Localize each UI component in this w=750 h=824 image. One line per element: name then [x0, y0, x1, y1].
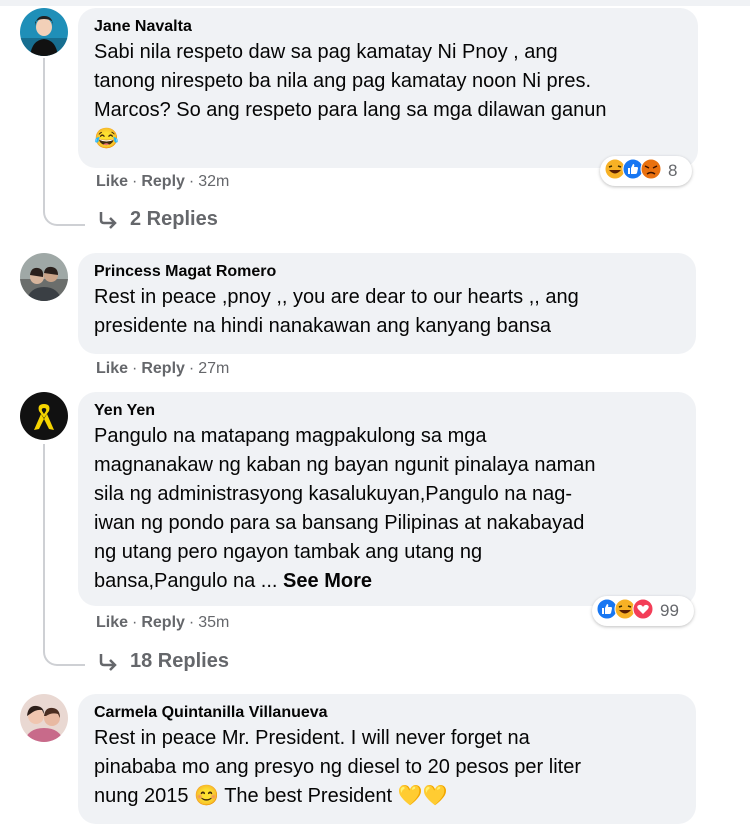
top-divider: [0, 0, 750, 6]
comment-text: Sabi nila respeto daw sa pag kamatay Ni …: [94, 38, 682, 154]
comment-text: Rest in peace Mr. President. I will neve…: [94, 727, 581, 807]
comment-bubble: Jane Navalta Sabi nila respeto daw sa pa…: [78, 8, 698, 168]
reply-link[interactable]: Reply: [141, 360, 185, 377]
emoji: 😂: [94, 128, 119, 150]
comment-bubble: Carmela Quintanilla Villanueva Rest in p…: [78, 694, 696, 824]
comment-text: Pangulo na matapang magpakulong sa mga m…: [94, 425, 596, 592]
avatar[interactable]: [20, 8, 68, 56]
view-replies-button[interactable]: 18 Replies: [98, 650, 229, 673]
like-link[interactable]: Like: [96, 173, 128, 190]
thread-curve: [43, 644, 85, 666]
comment-author[interactable]: Princess Magat Romero: [94, 261, 680, 283]
thread-curve: [43, 204, 85, 226]
avatar[interactable]: [20, 392, 68, 440]
timestamp[interactable]: 35m: [198, 614, 229, 631]
comment-author[interactable]: Carmela Quintanilla Villanueva: [94, 702, 680, 724]
comment-author[interactable]: Jane Navalta: [94, 16, 682, 38]
thread-line: [43, 58, 45, 204]
avatar[interactable]: [20, 253, 68, 301]
thread-line: [43, 444, 45, 644]
love-icon: [632, 598, 654, 625]
reaction-summary[interactable]: 99: [592, 596, 694, 626]
comment-author[interactable]: Yen Yen: [94, 400, 680, 422]
reply-link[interactable]: Reply: [141, 614, 185, 631]
comment-bubble: Yen Yen Pangulo na matapang magpakulong …: [78, 392, 696, 606]
reaction-count: 99: [660, 601, 679, 620]
reaction-summary[interactable]: 8: [600, 156, 692, 186]
comment-bubble: Princess Magat Romero Rest in peace ,pno…: [78, 253, 696, 354]
reaction-count: 8: [668, 161, 678, 180]
comment-actions: Like · Reply · 27m: [96, 360, 230, 377]
angry-icon: [640, 158, 662, 185]
reply-arrow-icon: [99, 653, 117, 671]
comment-text: Rest in peace ,pnoy ,, you are dear to o…: [94, 286, 579, 337]
avatar[interactable]: [20, 694, 68, 742]
reply-link[interactable]: Reply: [141, 173, 185, 190]
like-link[interactable]: Like: [96, 614, 128, 631]
comment-actions: Like · Reply · 35m: [96, 614, 230, 631]
see-more-link[interactable]: See More: [283, 570, 372, 592]
reply-arrow-icon: [99, 211, 117, 229]
timestamp[interactable]: 27m: [198, 360, 229, 377]
like-link[interactable]: Like: [96, 360, 128, 377]
comment-actions: Like · Reply · 32m: [96, 173, 230, 190]
timestamp[interactable]: 32m: [198, 173, 229, 190]
view-replies-button[interactable]: 2 Replies: [98, 208, 218, 231]
